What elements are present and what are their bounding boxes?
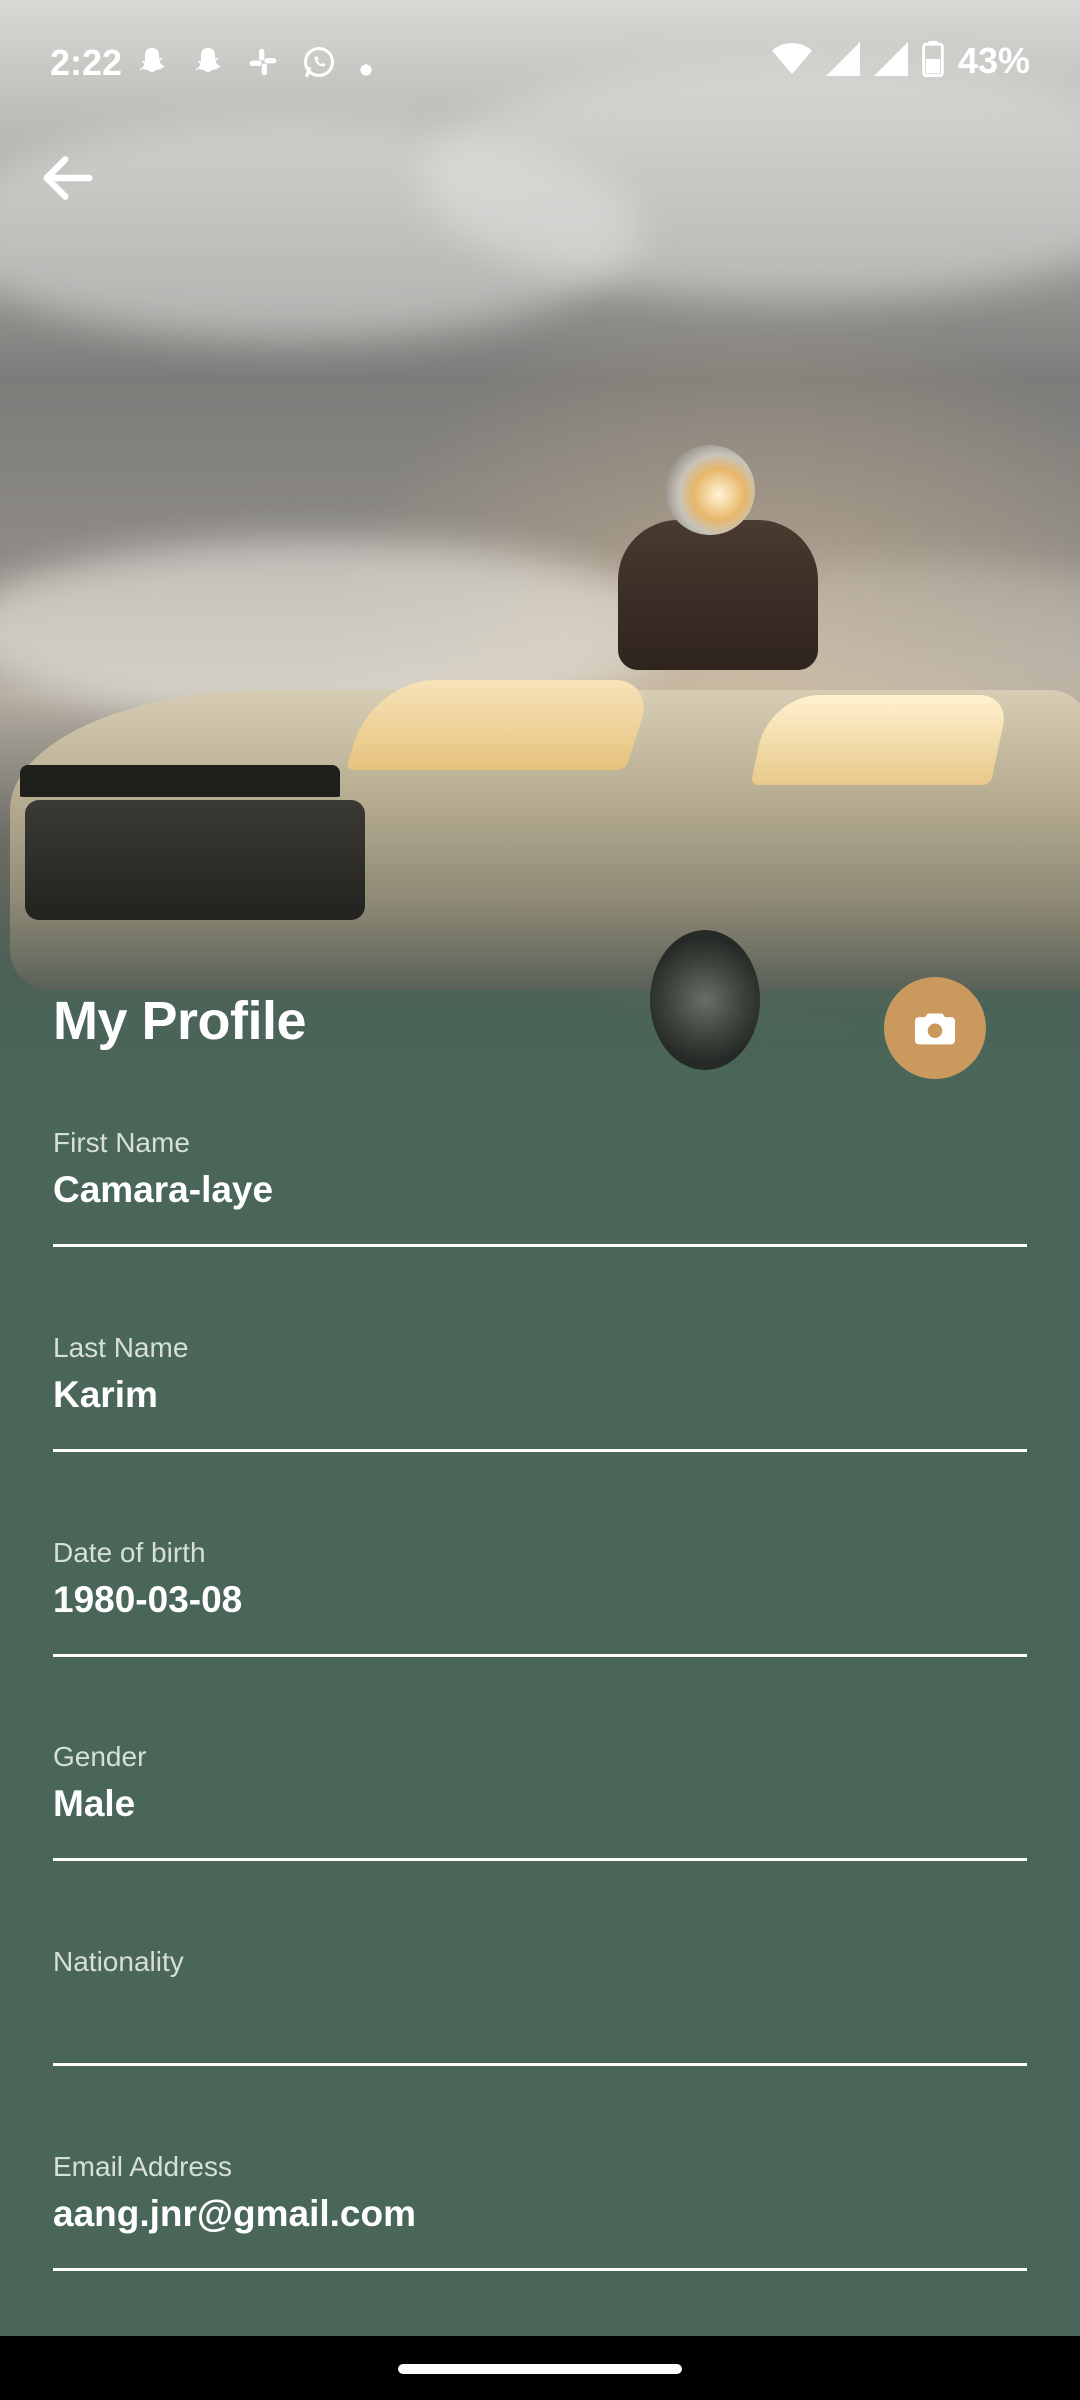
field-label: Gender: [53, 1741, 147, 1772]
field-underline: [53, 1449, 1027, 1452]
home-indicator[interactable]: [398, 2364, 682, 2374]
astronaut-figure: [618, 520, 818, 670]
status-time: 2:22: [50, 42, 123, 83]
field-value[interactable]: 1980-03-08: [53, 1579, 242, 1621]
whatsapp-icon: [301, 44, 337, 87]
last-name-field[interactable]: Last Name Karim: [53, 1332, 1027, 1472]
first-name-field[interactable]: First Name Camara-laye: [53, 1127, 1027, 1267]
email-field[interactable]: Email Address aang.jnr@gmail.com: [53, 2151, 1027, 2291]
snapchat-icon: [191, 45, 225, 86]
wifi-icon: [771, 42, 812, 81]
nationality-field[interactable]: Nationality: [53, 1946, 1027, 2086]
battery-percentage: 43%: [957, 40, 1030, 81]
profile-cover-image: [0, 0, 1080, 1120]
battery-icon: [922, 40, 944, 82]
date-of-birth-field[interactable]: Date of birth 1980-03-08: [53, 1537, 1027, 1677]
field-label: Date of birth: [53, 1537, 206, 1568]
page-title: My Profile: [53, 991, 307, 1051]
field-value[interactable]: Camara-laye: [53, 1169, 273, 1211]
field-value[interactable]: Karim: [53, 1374, 158, 1416]
notification-icons: [135, 44, 373, 87]
dot-icon: [359, 48, 373, 84]
field-label: Email Address: [53, 2151, 232, 2182]
field-underline: [53, 1654, 1027, 1657]
arrow-left-icon: [43, 156, 93, 200]
field-underline: [53, 2063, 1027, 2066]
gender-field[interactable]: Gender Male: [53, 1741, 1027, 1881]
signal-icon: [873, 41, 908, 81]
field-value[interactable]: Male: [53, 1783, 135, 1825]
signal-icon: [825, 41, 861, 81]
back-button[interactable]: [36, 146, 100, 210]
field-value[interactable]: aang.jnr@gmail.com: [53, 2193, 416, 2235]
camera-icon: [915, 1013, 955, 1045]
snapchat-icon: [135, 45, 169, 86]
field-label: First Name: [53, 1127, 190, 1158]
field-underline: [53, 2268, 1027, 2271]
field-label: Last Name: [53, 1332, 189, 1363]
status-bar: 2:22 43%: [0, 0, 1080, 130]
field-label: Nationality: [53, 1946, 184, 1977]
slack-icon: [247, 46, 279, 85]
change-photo-button[interactable]: [884, 977, 986, 1079]
field-underline: [53, 1858, 1027, 1861]
field-underline: [53, 1244, 1027, 1247]
